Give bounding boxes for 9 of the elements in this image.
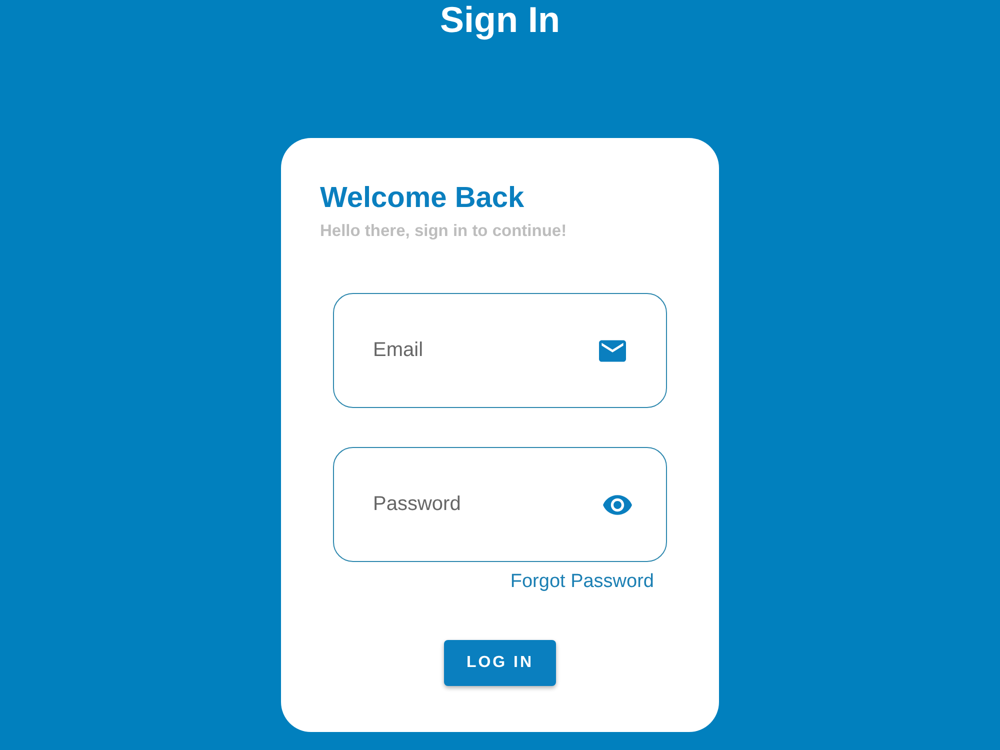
welcome-heading: Welcome Back xyxy=(320,181,524,216)
email-field[interactable]: Email xyxy=(333,293,667,408)
envelope-icon xyxy=(599,340,626,362)
log-in-button[interactable]: LOG IN xyxy=(444,640,556,686)
subtitle-text: Hello there, sign in to continue! xyxy=(320,221,567,241)
password-field[interactable]: Password xyxy=(333,447,667,562)
page-title: Sign In xyxy=(440,0,560,41)
eye-icon[interactable] xyxy=(603,494,632,514)
forgot-password-link[interactable]: Forgot Password xyxy=(510,570,654,594)
